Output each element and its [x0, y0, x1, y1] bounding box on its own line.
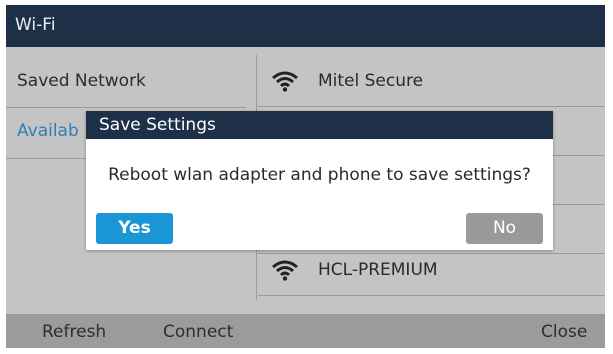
network-name: Mitel Secure: [318, 71, 424, 91]
close-softkey[interactable]: Close: [541, 322, 587, 342]
dialog-header: Save Settings: [86, 111, 553, 139]
yes-button[interactable]: Yes: [96, 213, 173, 244]
menu-item-saved-network[interactable]: Saved Network: [6, 59, 246, 108]
network-row[interactable]: Mitel Secure: [258, 58, 605, 107]
dialog-message: Reboot wlan adapter and phone to save se…: [108, 165, 531, 185]
no-button[interactable]: No: [466, 213, 543, 244]
connect-softkey[interactable]: Connect: [163, 322, 233, 342]
menu-item-label: Availab: [17, 121, 79, 141]
window-title: Wi-Fi: [15, 15, 56, 35]
refresh-softkey[interactable]: Refresh: [42, 322, 106, 342]
title-bar: Wi-Fi: [6, 5, 605, 47]
save-settings-dialog: Save Settings Reboot wlan adapter and ph…: [86, 111, 553, 250]
wifi-icon: [272, 71, 298, 92]
dialog-title: Save Settings: [99, 115, 216, 135]
phone-screen: Wi-Fi Saved Network Availab Mitel Secure…: [6, 5, 605, 348]
softkey-bar: Refresh Connect Close: [6, 314, 605, 348]
wifi-icon: [272, 260, 298, 281]
network-name: HCL-PREMIUM: [318, 260, 438, 280]
network-row[interactable]: HCL-PREMIUM: [258, 247, 605, 296]
menu-item-label: Saved Network: [17, 71, 146, 91]
